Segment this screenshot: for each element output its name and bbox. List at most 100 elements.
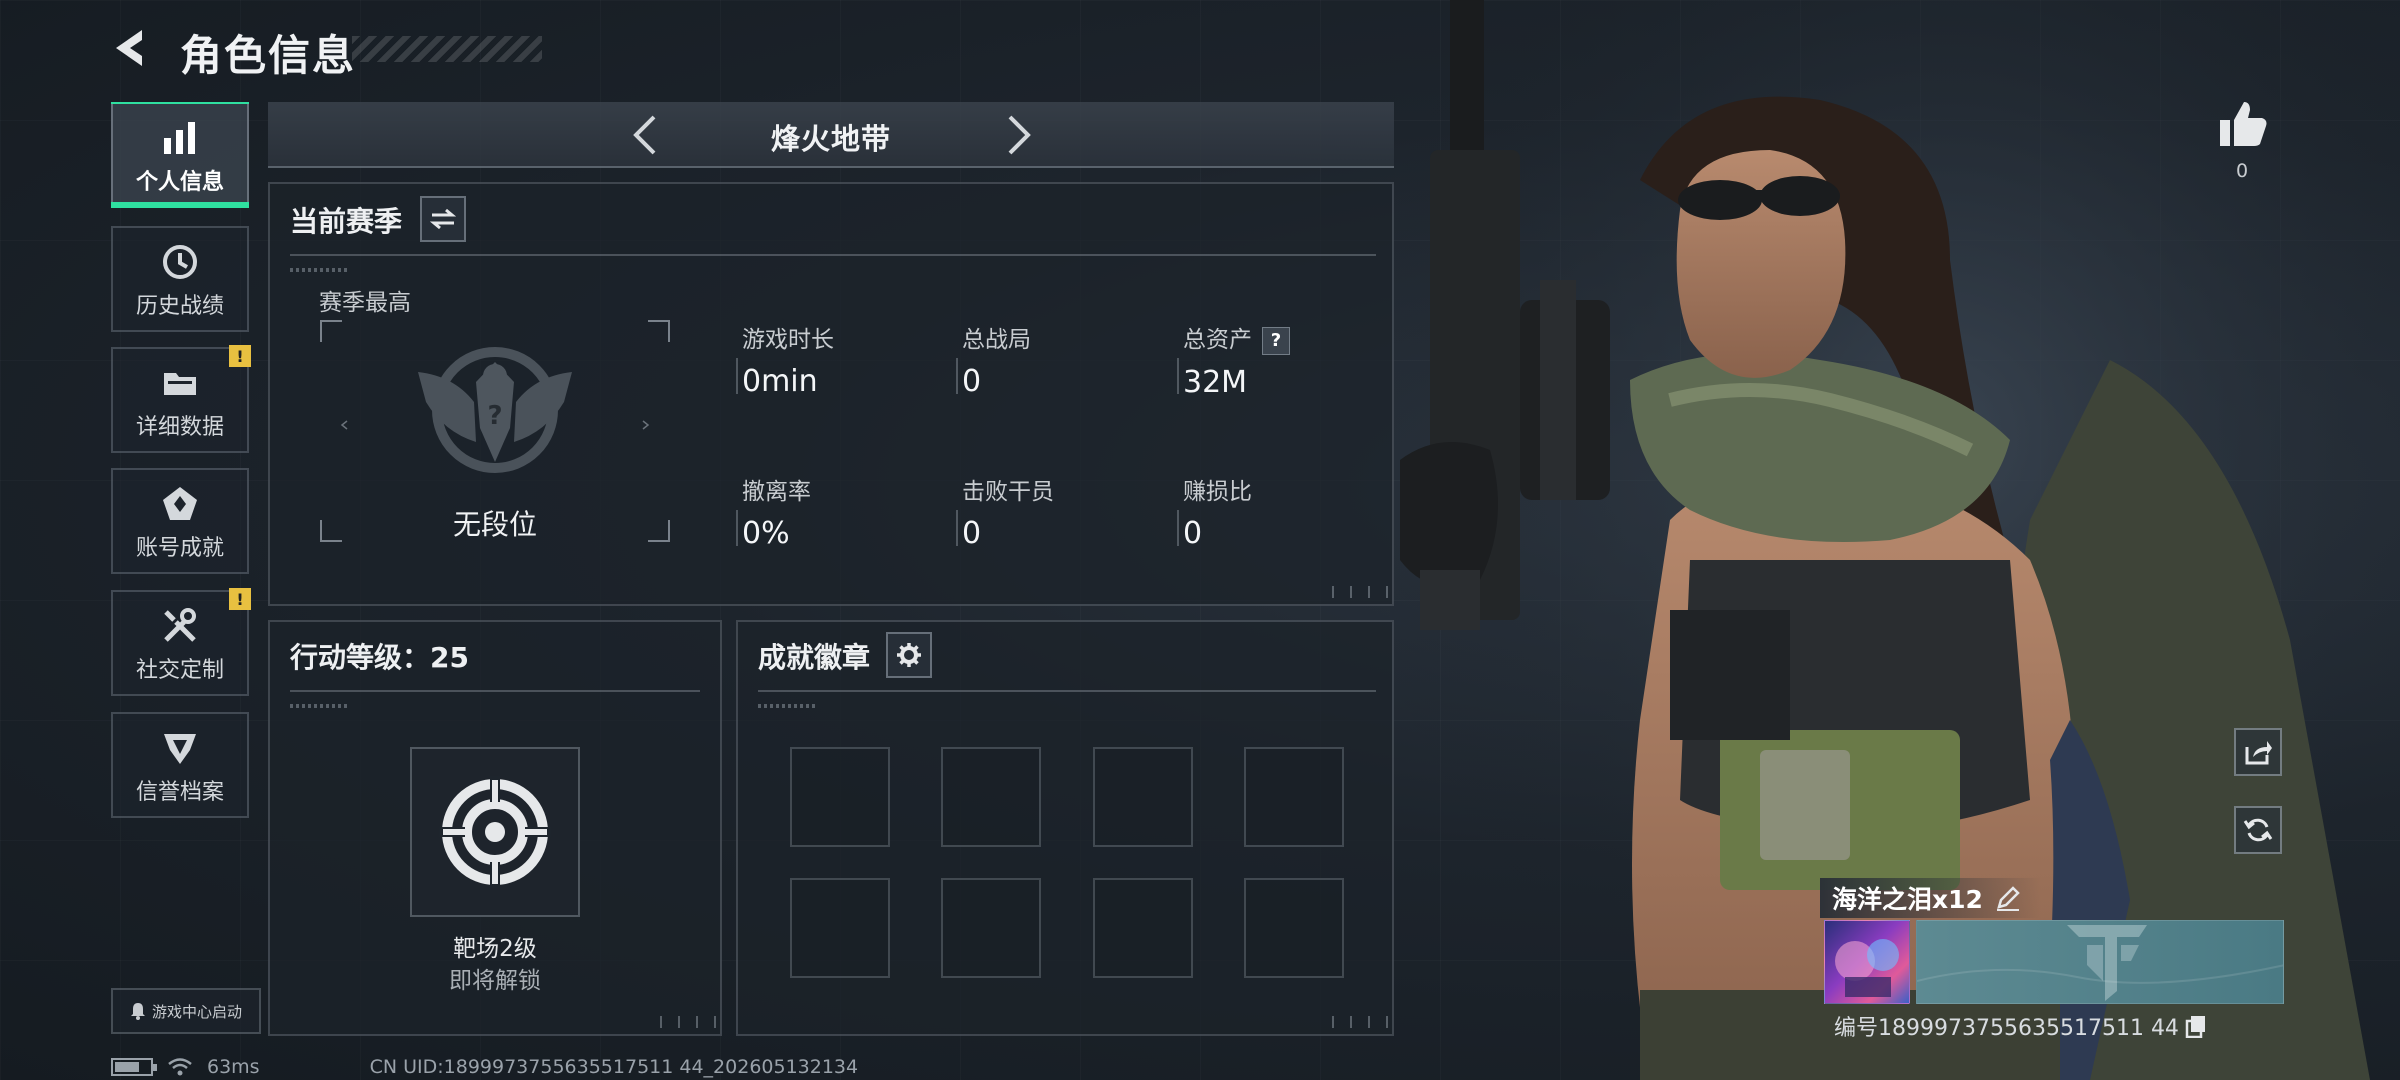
stat-value: 0 (1183, 516, 1203, 551)
stat-total-matches: 总战局 0 (956, 320, 1031, 399)
mode-selector: 烽火地带 (268, 102, 1394, 168)
tools-icon (164, 608, 196, 642)
stat-extraction-rate: 撤离率 0% (736, 472, 811, 551)
page-title: 角色信息 (180, 31, 357, 80)
folder-icon (164, 373, 196, 395)
achievement-icon (163, 487, 197, 520)
badge-slot[interactable] (1244, 878, 1344, 978)
stat-value: 0min (742, 364, 818, 399)
bar-chart-icon (164, 122, 195, 154)
corner-decoration (1328, 1016, 1388, 1028)
swap-icon (430, 208, 456, 230)
nav-label: 个人信息 (135, 170, 224, 195)
divider (758, 690, 1376, 692)
badge-slot[interactable] (1244, 747, 1344, 847)
ping-text: 63ms (207, 1056, 260, 1078)
nav-label: 历史战绩 (135, 294, 224, 319)
player-name-row: 海洋之泪x12 (1820, 878, 2041, 918)
divider (290, 690, 700, 692)
corner-decoration (1328, 586, 1388, 598)
level-reward-status: 即将解锁 (449, 968, 541, 994)
rank-name: 无段位 (452, 508, 537, 541)
alert-badge: ! (229, 588, 251, 610)
player-id-row: 编号1899973755635517511 44 (1834, 1010, 2207, 1042)
target-icon (439, 776, 551, 888)
stat-value: 0 (962, 364, 982, 399)
badges-settings-button[interactable] (886, 632, 932, 678)
thumbs-up-icon[interactable] (2214, 96, 2270, 152)
stat-play-time: 游戏时长 0min (736, 320, 834, 399)
reputation-icon (164, 734, 196, 764)
nav-item-achievements[interactable]: 账号成就 (111, 468, 249, 574)
edit-pencil-icon[interactable] (1995, 885, 2021, 911)
stat-total-assets: 总资产? 32M (1177, 320, 1290, 400)
svg-text:?: ? (487, 401, 502, 431)
nav-label: 详细数据 (135, 415, 224, 440)
badge-slot[interactable] (1093, 878, 1193, 978)
stat-label: 总资产? (1183, 320, 1290, 355)
like-count: 0 (2235, 160, 2249, 182)
nav-label: 信誉档案 (135, 780, 224, 805)
stat-label: 击败干员 (962, 479, 1054, 505)
divider-tick (290, 704, 350, 708)
divider (290, 254, 1376, 256)
level-reward-name: 靶场2级 (453, 936, 537, 962)
history-icon (163, 245, 197, 279)
divider-tick (290, 268, 350, 272)
nav-label: 社交定制 (135, 658, 224, 683)
nav-item-history[interactable]: 历史战绩 (111, 226, 249, 332)
help-icon[interactable]: ? (1262, 326, 1290, 355)
title-decoration (352, 36, 542, 62)
level-title: 行动等级：25 (290, 641, 469, 674)
game-center-button[interactable]: 游戏中心启动 (111, 988, 261, 1034)
badge-slot[interactable] (941, 878, 1041, 978)
nav-label: 账号成就 (135, 536, 224, 561)
badges-title: 成就徽章 (758, 641, 871, 674)
season-title: 当前赛季 (290, 205, 403, 238)
season-switch-button[interactable] (420, 196, 466, 242)
stat-label: 撤离率 (742, 479, 811, 505)
stat-value: 0 (962, 516, 982, 551)
stat-label: 游戏时长 (742, 327, 834, 353)
stat-label: 总战局 (962, 327, 1031, 353)
share-icon (2245, 741, 2272, 765)
divider-tick (758, 704, 818, 708)
avatar-art (1835, 939, 1899, 997)
mode-title: 烽火地带 (770, 122, 891, 156)
refresh-icon (2243, 818, 2273, 842)
season-best-label: 赛季最高 (319, 290, 411, 316)
name-card-emblem (1917, 925, 2283, 1001)
next-mode-arrow-icon[interactable] (998, 113, 1038, 157)
battery-icon (111, 1058, 157, 1076)
stat-profit-loss-ratio: 赚损比 0 (1177, 472, 1252, 551)
name-card[interactable] (1916, 920, 2284, 1004)
share-button[interactable] (2234, 728, 2282, 776)
player-name: 海洋之泪x12 (1832, 885, 1983, 914)
badge-slot[interactable] (790, 878, 890, 978)
stat-label: 赚损比 (1183, 479, 1252, 505)
gear-icon (897, 643, 921, 667)
level-reward-item[interactable] (410, 747, 580, 917)
avatar[interactable] (1824, 920, 1910, 1004)
nav-item-detailed-data[interactable]: 详细数据 ! (111, 345, 251, 453)
badge-slot[interactable] (1093, 747, 1193, 847)
badge-slot[interactable] (790, 747, 890, 847)
copy-icon[interactable] (2185, 1014, 2207, 1038)
stat-value: 32M (1183, 364, 1248, 400)
corner-decoration (656, 1016, 716, 1028)
nav-item-social[interactable]: 社交定制 ! (111, 588, 251, 696)
stat-operators-defeated: 击败干员 0 (956, 472, 1054, 551)
status-bar: 63ms CN UID:1899973755635517511 44_20260… (111, 1054, 858, 1080)
wifi-icon (168, 1058, 192, 1076)
alert-badge: ! (229, 345, 251, 367)
game-center-label: 游戏中心启动 (151, 1002, 242, 1021)
refresh-button[interactable] (2234, 806, 2282, 854)
bell-icon (130, 1003, 145, 1020)
uid-text: CN UID:1899973755635517511 44_2026051321… (369, 1056, 859, 1078)
nav-item-reputation[interactable]: 信誉档案 (111, 712, 249, 818)
rank-emblem-icon: ? (418, 347, 572, 473)
badge-slot[interactable] (941, 747, 1041, 847)
back-arrow-icon[interactable] (108, 24, 156, 72)
player-id: 编号1899973755635517511 44 (1834, 1016, 2179, 1041)
nav-item-personal-info[interactable]: 个人信息 (111, 102, 249, 208)
